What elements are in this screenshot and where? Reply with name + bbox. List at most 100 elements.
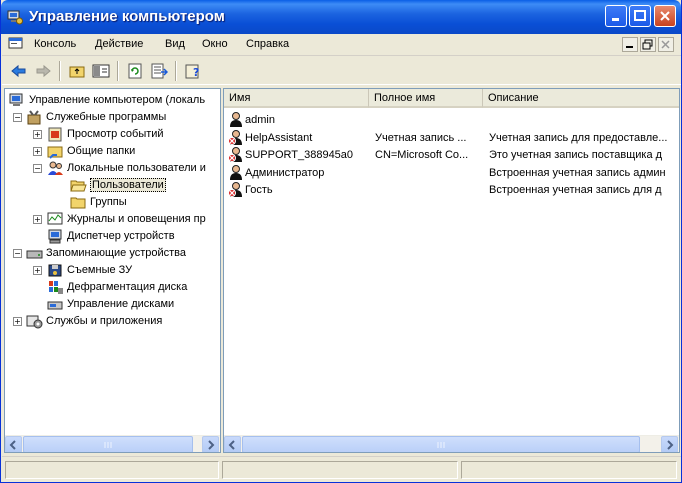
tree-horizontal-scrollbar[interactable]: [5, 435, 220, 452]
mdi-restore-button[interactable]: [640, 37, 656, 52]
tools-icon: [27, 110, 41, 125]
grip-icon: [104, 442, 112, 448]
menu-action[interactable]: Действие: [95, 38, 143, 50]
tree-item-label: Просмотр событий: [67, 128, 164, 140]
console-menu-icon[interactable]: [8, 37, 24, 51]
scroll-right-button[interactable]: [202, 436, 219, 452]
back-arrow-icon[interactable]: [10, 62, 28, 80]
chevron-left-icon: [9, 440, 16, 450]
cell-name: Гость: [245, 184, 273, 196]
logs-alerts-icon: [47, 212, 63, 225]
shared-folders-icon: [47, 146, 63, 159]
computer-management-window: Управление компьютером Консоль Действие …: [0, 0, 682, 483]
device-manager-icon: [48, 229, 62, 244]
scroll-right-button[interactable]: [661, 436, 678, 452]
tree-expand-toggle[interactable]: +: [33, 130, 42, 139]
close-icon: [660, 11, 670, 21]
scroll-thumb[interactable]: [23, 436, 193, 452]
computer-management-icon: [7, 10, 23, 25]
tree-item-label: Общие папки: [67, 145, 136, 157]
cell-description: Это учетная запись поставщика д: [489, 149, 663, 161]
console-tree-pane[interactable]: Управление компьютером (локаль − Служебн…: [4, 88, 221, 453]
scroll-left-button[interactable]: [5, 436, 22, 452]
menu-view[interactable]: Вид: [165, 38, 185, 50]
tree-collapse-toggle[interactable]: −: [13, 113, 22, 122]
column-header-full-name[interactable]: Полное имя: [369, 89, 483, 108]
tree-expand-toggle[interactable]: +: [33, 215, 42, 224]
tree-item-label: Диспетчер устройств: [67, 230, 175, 242]
cell-name: SUPPORT_388945a0: [245, 149, 354, 161]
cell-name: admin: [245, 114, 275, 126]
tree-root-label: Управление компьютером (локаль: [29, 94, 206, 106]
disabled-user-icon: [228, 129, 242, 145]
toolbar: ?: [2, 57, 681, 85]
tree-item-label: Локальные пользователи и: [67, 162, 206, 174]
maximize-button[interactable]: [629, 5, 651, 27]
tree-item-label: Пользователи: [90, 178, 166, 192]
tree-expand-toggle[interactable]: +: [13, 317, 22, 326]
scroll-left-button[interactable]: [224, 436, 241, 452]
user-icon: [230, 164, 242, 180]
mdi-minimize-button[interactable]: [622, 37, 638, 52]
menu-console[interactable]: Консоль: [34, 38, 76, 50]
properties-help-icon[interactable]: ?: [184, 62, 202, 80]
details-list-pane[interactable]: Имя Полное имя Описание admin HelpAssista…: [223, 88, 680, 453]
minimize-icon: [626, 46, 633, 48]
cell-name: HelpAssistant: [245, 131, 313, 144]
local-users-icon: [48, 161, 63, 175]
tree-collapse-toggle[interactable]: −: [13, 249, 22, 258]
column-header-description[interactable]: Описание: [483, 89, 679, 108]
disabled-user-icon: [228, 147, 242, 162]
chevron-left-icon: [228, 440, 235, 450]
close-button[interactable]: [654, 5, 676, 27]
mdi-close-button[interactable]: [658, 37, 674, 52]
tree-item-label: Запоминающие устройства: [46, 247, 187, 259]
table-row[interactable]: Администратор Встроенная учетная запись а…: [224, 164, 679, 182]
toolbar-separator: [117, 61, 119, 81]
show-hide-tree-icon[interactable]: [92, 62, 110, 80]
cell-description: Встроенная учетная запись админ: [489, 166, 666, 179]
minimize-icon: [612, 18, 619, 21]
toolbar-separator: [175, 61, 177, 81]
table-row[interactable]: SUPPORT_388945a0 CN=Microsoft Co... Это уч…: [224, 146, 679, 164]
cell-full-name: CN=Microsoft Co...: [375, 149, 469, 161]
menu-bar: Консоль Действие Вид Окно Справка: [2, 34, 681, 56]
list-horizontal-scrollbar[interactable]: [224, 435, 679, 452]
status-cell: [222, 461, 458, 479]
scroll-thumb[interactable]: [242, 436, 640, 452]
export-list-icon[interactable]: [150, 62, 168, 80]
maximize-icon: [634, 10, 646, 21]
cell-description: Встроенная учетная запись для д: [489, 184, 662, 196]
tree-item-label: Служебные программы: [46, 111, 167, 123]
menu-help[interactable]: Справка: [246, 38, 289, 50]
cell-description: Учетная запись для предоставле...: [489, 131, 668, 144]
tree-collapse-toggle[interactable]: −: [33, 164, 42, 173]
status-cell: [461, 461, 677, 479]
disabled-user-icon: [228, 182, 242, 197]
table-row[interactable]: Гость Встроенная учетная запись для д: [224, 181, 679, 199]
computer-management-icon: [9, 93, 23, 106]
cell-full-name: Учетная запись ...: [375, 131, 467, 144]
title-bar[interactable]: Управление компьютером: [1, 0, 681, 34]
refresh-icon[interactable]: [126, 62, 144, 80]
forward-arrow-icon[interactable]: [34, 62, 52, 80]
svg-text:?: ?: [193, 66, 199, 79]
chevron-right-icon: [667, 440, 674, 450]
tree-item-label: Управление дисками: [67, 298, 175, 310]
defrag-icon: [49, 281, 63, 294]
tree-item-label: Службы и приложения: [46, 315, 163, 327]
cell-name: Администратор: [245, 166, 325, 179]
up-folder-icon[interactable]: [68, 62, 86, 80]
restore-icon: [642, 39, 653, 50]
toolbar-separator: [59, 61, 61, 81]
tree-expand-toggle[interactable]: +: [33, 147, 42, 156]
services-apps-icon: [26, 315, 43, 329]
disk-management-icon: [47, 301, 63, 310]
column-header-name[interactable]: Имя: [224, 89, 369, 108]
tree-expand-toggle[interactable]: +: [33, 266, 42, 275]
folder-open-icon: [70, 180, 87, 192]
table-row[interactable]: HelpAssistant Учетная запись ... Учетная з…: [224, 129, 679, 147]
minimize-button[interactable]: [605, 5, 627, 27]
table-row[interactable]: admin: [224, 111, 679, 129]
menu-window[interactable]: Окно: [202, 38, 228, 50]
